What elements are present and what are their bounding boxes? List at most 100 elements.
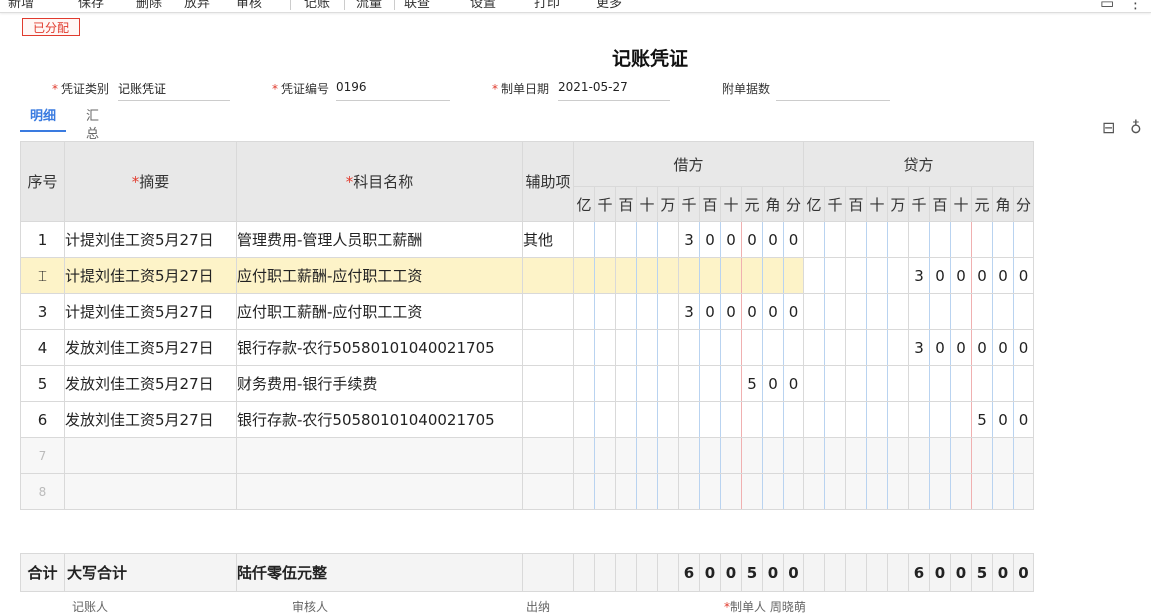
credit-digit-cell[interactable]: 3 xyxy=(908,257,930,294)
debit-digit-cell[interactable] xyxy=(741,437,763,474)
debit-digit-cell[interactable] xyxy=(678,365,700,402)
debit-digit-cell[interactable] xyxy=(657,473,679,510)
debit-digit-cell[interactable]: 0 xyxy=(720,293,742,330)
debit-digit-cell[interactable] xyxy=(615,437,637,474)
credit-digit-cell[interactable] xyxy=(971,221,993,258)
row-aux-cell[interactable] xyxy=(522,437,574,474)
debit-digit-cell[interactable]: 0 xyxy=(741,293,763,330)
debit-digit-cell[interactable]: 0 xyxy=(699,221,721,258)
credit-digit-cell[interactable] xyxy=(845,365,867,402)
credit-digit-cell[interactable] xyxy=(950,473,972,510)
credit-digit-cell[interactable] xyxy=(824,365,846,402)
credit-digit-cell[interactable] xyxy=(866,365,888,402)
credit-digit-cell[interactable]: 0 xyxy=(992,401,1014,438)
debit-digit-cell[interactable]: 0 xyxy=(762,293,784,330)
credit-digit-cell[interactable] xyxy=(803,257,825,294)
credit-digit-cell[interactable] xyxy=(887,221,909,258)
debit-digit-cell[interactable] xyxy=(657,329,679,366)
credit-digit-cell[interactable] xyxy=(803,293,825,330)
credit-digit-cell[interactable] xyxy=(950,365,972,402)
debit-digit-cell[interactable]: 0 xyxy=(762,365,784,402)
credit-digit-cell[interactable]: 5 xyxy=(971,401,993,438)
debit-digit-cell[interactable] xyxy=(741,473,763,510)
debit-digit-cell[interactable] xyxy=(762,437,784,474)
table-row[interactable]: 7 xyxy=(20,437,1034,474)
debit-digit-cell[interactable] xyxy=(699,437,721,474)
credit-digit-cell[interactable]: 0 xyxy=(992,329,1014,366)
credit-digit-cell[interactable] xyxy=(887,293,909,330)
row-summary-cell[interactable]: 计提刘佳工资5月27日 xyxy=(64,293,237,330)
row-account-cell[interactable] xyxy=(236,437,523,474)
debit-digit-cell[interactable]: 0 xyxy=(783,293,804,330)
credit-digit-cell[interactable] xyxy=(908,293,930,330)
credit-digit-cell[interactable] xyxy=(1013,365,1034,402)
credit-digit-cell[interactable] xyxy=(950,437,972,474)
debit-digit-cell[interactable] xyxy=(573,401,595,438)
tab-summary[interactable]: 汇总 xyxy=(86,108,99,142)
row-aux-cell[interactable] xyxy=(522,401,574,438)
debit-digit-cell[interactable] xyxy=(594,257,616,294)
debit-digit-cell[interactable] xyxy=(636,437,658,474)
credit-digit-cell[interactable] xyxy=(887,365,909,402)
debit-digit-cell[interactable] xyxy=(678,437,700,474)
table-row[interactable]: ⌶ 计提刘佳工资5月27日 应付职工薪酬-应付职工工资 3 0 0 0 0 0 xyxy=(20,257,1034,294)
debit-digit-cell[interactable]: 0 xyxy=(783,221,804,258)
voucher-number-input[interactable]: 0196 xyxy=(336,80,450,101)
credit-digit-cell[interactable] xyxy=(845,221,867,258)
debit-digit-cell[interactable] xyxy=(615,293,637,330)
row-summary-cell[interactable]: 发放刘佳工资5月27日 xyxy=(64,401,237,438)
row-account-cell[interactable] xyxy=(236,473,523,510)
row-summary-cell[interactable]: 计提刘佳工资5月27日 xyxy=(64,257,237,294)
credit-digit-cell[interactable] xyxy=(866,401,888,438)
credit-digit-cell[interactable] xyxy=(992,365,1014,402)
toolbar-view-icon[interactable]: ▭ xyxy=(1100,0,1114,12)
debit-digit-cell[interactable] xyxy=(720,365,742,402)
credit-digit-cell[interactable] xyxy=(824,257,846,294)
debit-digit-cell[interactable] xyxy=(783,401,804,438)
debit-digit-cell[interactable] xyxy=(741,401,763,438)
debit-digit-cell[interactable] xyxy=(573,437,595,474)
debit-digit-cell[interactable] xyxy=(636,401,658,438)
debit-digit-cell[interactable] xyxy=(657,257,679,294)
credit-digit-cell[interactable] xyxy=(866,437,888,474)
debit-digit-cell[interactable] xyxy=(783,437,804,474)
debit-digit-cell[interactable] xyxy=(762,401,784,438)
debit-digit-cell[interactable] xyxy=(636,257,658,294)
debit-digit-cell[interactable] xyxy=(762,329,784,366)
toolbar-new-button[interactable]: 新增 xyxy=(8,0,34,11)
credit-digit-cell[interactable] xyxy=(908,221,930,258)
credit-digit-cell[interactable] xyxy=(803,221,825,258)
debit-digit-cell[interactable] xyxy=(720,473,742,510)
debit-digit-cell[interactable] xyxy=(594,293,616,330)
debit-digit-cell[interactable]: 0 xyxy=(699,293,721,330)
debit-digit-cell[interactable] xyxy=(573,365,595,402)
row-summary-cell[interactable]: 发放刘佳工资5月27日 xyxy=(64,365,237,402)
debit-digit-cell[interactable] xyxy=(783,473,804,510)
table-row[interactable]: 5 发放刘佳工资5月27日 财务费用-银行手续费 5 0 0 xyxy=(20,365,1034,402)
credit-digit-cell[interactable]: 0 xyxy=(929,257,951,294)
debit-digit-cell[interactable] xyxy=(615,365,637,402)
credit-digit-cell[interactable] xyxy=(929,473,951,510)
toolbar-more-button[interactable]: 更多 xyxy=(596,0,622,11)
debit-digit-cell[interactable] xyxy=(720,401,742,438)
debit-digit-cell[interactable] xyxy=(636,293,658,330)
row-account-cell[interactable]: 管理费用-管理人员职工薪酬 xyxy=(236,221,523,258)
debit-digit-cell[interactable] xyxy=(657,401,679,438)
attachments-input[interactable] xyxy=(776,80,890,101)
credit-digit-cell[interactable] xyxy=(1013,293,1034,330)
insert-row-icon[interactable]: ⊟ xyxy=(1102,118,1115,137)
debit-digit-cell[interactable] xyxy=(741,329,763,366)
credit-digit-cell[interactable] xyxy=(887,329,909,366)
debit-digit-cell[interactable] xyxy=(573,329,595,366)
toolbar-post-button[interactable]: 记账 xyxy=(304,0,330,11)
credit-digit-cell[interactable]: 0 xyxy=(1013,257,1034,294)
debit-digit-cell[interactable]: 0 xyxy=(741,221,763,258)
debit-digit-cell[interactable] xyxy=(720,329,742,366)
debit-digit-cell[interactable] xyxy=(720,437,742,474)
debit-digit-cell[interactable] xyxy=(615,257,637,294)
debit-digit-cell[interactable] xyxy=(699,257,721,294)
debit-digit-cell[interactable]: 0 xyxy=(783,365,804,402)
toolbar-audit-button[interactable]: 审核 xyxy=(236,0,262,11)
toolbar-query-button[interactable]: 联查 xyxy=(404,0,430,11)
debit-digit-cell[interactable] xyxy=(699,473,721,510)
